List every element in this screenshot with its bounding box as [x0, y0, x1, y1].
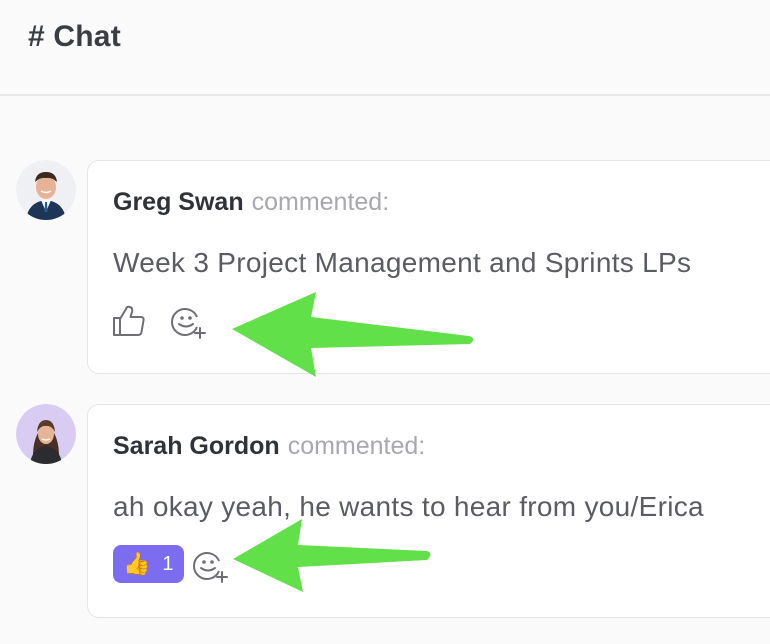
arrow-annotation [232, 292, 474, 592]
